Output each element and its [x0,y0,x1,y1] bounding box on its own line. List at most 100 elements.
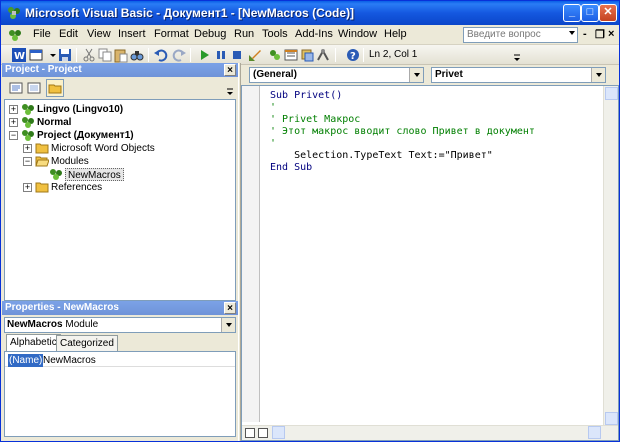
procedure-combo[interactable]: Privet [431,67,606,83]
vbe-window: Microsoft Visual Basic - Документ1 - [Ne… [0,0,620,442]
tree-node-references[interactable]: References [51,181,102,194]
vb-menu-icon[interactable] [7,27,23,43]
project-pane-close-button[interactable]: × [224,64,236,76]
menu-add-ins[interactable]: Add-Ins [295,28,333,40]
menu-insert[interactable]: Insert [118,28,146,40]
tab-categorized[interactable]: Categorized [56,335,118,351]
mdi-restore-button[interactable]: ❐ [595,28,605,41]
menu-window[interactable]: Window [338,28,377,40]
copy-icon[interactable] [97,47,113,63]
code-line[interactable]: End Sub [270,162,312,174]
project-pane-title-text: Project - Project [5,64,82,75]
margin-indicator-bar[interactable] [242,86,260,422]
run-icon[interactable] [197,47,213,63]
paste-icon[interactable] [113,47,129,63]
menu-format[interactable]: Format [154,28,189,40]
svg-text:W: W [14,51,25,62]
mdi-close-button[interactable]: × [608,28,614,40]
tree-node-project[interactable]: Project (Документ1) [37,129,134,142]
maximize-button[interactable]: □ [581,4,599,22]
menu-run[interactable]: Run [234,28,254,40]
properties-pane-title[interactable]: Properties - NewMacros × [2,301,238,315]
menu-tools[interactable]: Tools [262,28,288,40]
tab-alphabetic[interactable]: Alphabetic [6,334,61,351]
toolbox-icon[interactable] [315,47,331,63]
object-browser-icon[interactable] [299,47,315,63]
tree-node-normal[interactable]: Normal [37,116,71,129]
word-icon[interactable]: W [11,47,27,63]
code-line[interactable]: ' Этот макрос вводит слово Привет в доку… [270,126,535,138]
mdi-minimize-button[interactable]: - [583,28,587,40]
expand-references-icon[interactable]: + [23,183,32,192]
minimize-button[interactable]: _ [563,4,581,22]
scroll-left-button[interactable] [272,426,285,439]
code-editor[interactable]: Sub Privet() ' ' Privet Макрос ' Этот ма… [241,85,619,441]
procedure-combo-value: Privet [435,69,463,80]
redo-icon[interactable] [171,47,187,63]
cut-icon[interactable] [81,47,97,63]
horizontal-scrollbar[interactable] [242,425,618,440]
vertical-scrollbar[interactable] [603,86,618,426]
expand-word-objects-icon[interactable]: + [23,144,32,153]
code-line[interactable]: Selection.TypeText Text:="Привет" [270,150,493,162]
toolbar-options-icon[interactable] [509,49,525,65]
vb-app-icon [8,7,20,19]
menu-edit[interactable]: Edit [59,28,78,40]
window-title: Microsoft Visual Basic - Документ1 - [Ne… [25,6,355,20]
code-line[interactable]: ' [270,138,276,150]
procedure-view-icon[interactable] [245,428,255,438]
properties-pane-close-button[interactable]: × [224,302,236,314]
undo-icon[interactable] [153,47,169,63]
property-grid: (Name) NewMacros [4,351,236,437]
close-button[interactable]: ✕ [599,4,617,22]
scroll-right-button[interactable] [588,426,601,439]
view-code-icon[interactable] [8,80,24,96]
expand-normal-icon[interactable]: + [9,118,18,127]
reset-icon[interactable] [229,47,245,63]
object-combo-dropdown-icon[interactable] [409,68,423,82]
object-selector-dropdown-icon[interactable] [221,318,235,332]
code-line[interactable]: ' Privet Макрос [270,114,360,126]
help-icon[interactable]: ? [345,47,361,63]
save-icon[interactable] [57,47,73,63]
collapse-modules-icon[interactable]: − [23,157,32,166]
tree-node-lingvo[interactable]: Lingvo (Lingvo10) [37,103,123,116]
code-line[interactable]: Sub Privet() [270,90,342,102]
tree-node-word-objects[interactable]: Microsoft Word Objects [51,142,155,155]
toggle-folders-icon[interactable] [46,79,64,97]
collapse-project-icon[interactable]: − [9,131,18,140]
ask-question-input[interactable]: Введите вопрос [463,27,578,43]
project-explorer-icon[interactable] [267,47,283,63]
vba-project-icon [22,117,34,128]
find-icon[interactable] [129,47,145,63]
menu-file[interactable]: File [33,28,51,40]
ask-dropdown-icon[interactable] [569,31,575,35]
break-icon[interactable] [213,47,229,63]
menu-bar: File Edit View Insert Format Debug Run T… [1,25,619,45]
view-object-icon[interactable] [26,80,42,96]
code-line[interactable]: ' [270,102,276,114]
scroll-up-button[interactable] [605,87,618,100]
code-line-text: Sub Privet() [270,90,343,101]
design-mode-icon[interactable] [247,47,263,63]
menu-debug[interactable]: Debug [194,28,226,40]
scroll-down-button[interactable] [605,412,618,425]
tree-node-newmacros[interactable]: NewMacros [65,168,124,181]
code-line-text: ' [270,102,277,113]
full-module-view-icon[interactable] [258,428,268,438]
property-row[interactable]: (Name) NewMacros [5,354,235,367]
procedure-combo-dropdown-icon[interactable] [591,68,605,82]
menu-help[interactable]: Help [384,28,407,40]
insert-userform-icon[interactable] [29,47,45,63]
expand-lingvo-icon[interactable]: + [9,105,18,114]
object-combo[interactable]: (General) [249,67,424,83]
project-pane-title[interactable]: Project - Project × [2,63,238,77]
pane-options-icon[interactable] [224,83,236,99]
properties-window-icon[interactable] [283,47,299,63]
object-selector[interactable]: NewMacros Module [4,317,236,333]
svg-text:?: ? [350,51,356,62]
title-bar[interactable]: Microsoft Visual Basic - Документ1 - [Ne… [1,1,619,25]
menu-view[interactable]: View [87,28,111,40]
property-value[interactable]: NewMacros [43,354,96,367]
tree-node-modules[interactable]: Modules [51,155,89,168]
